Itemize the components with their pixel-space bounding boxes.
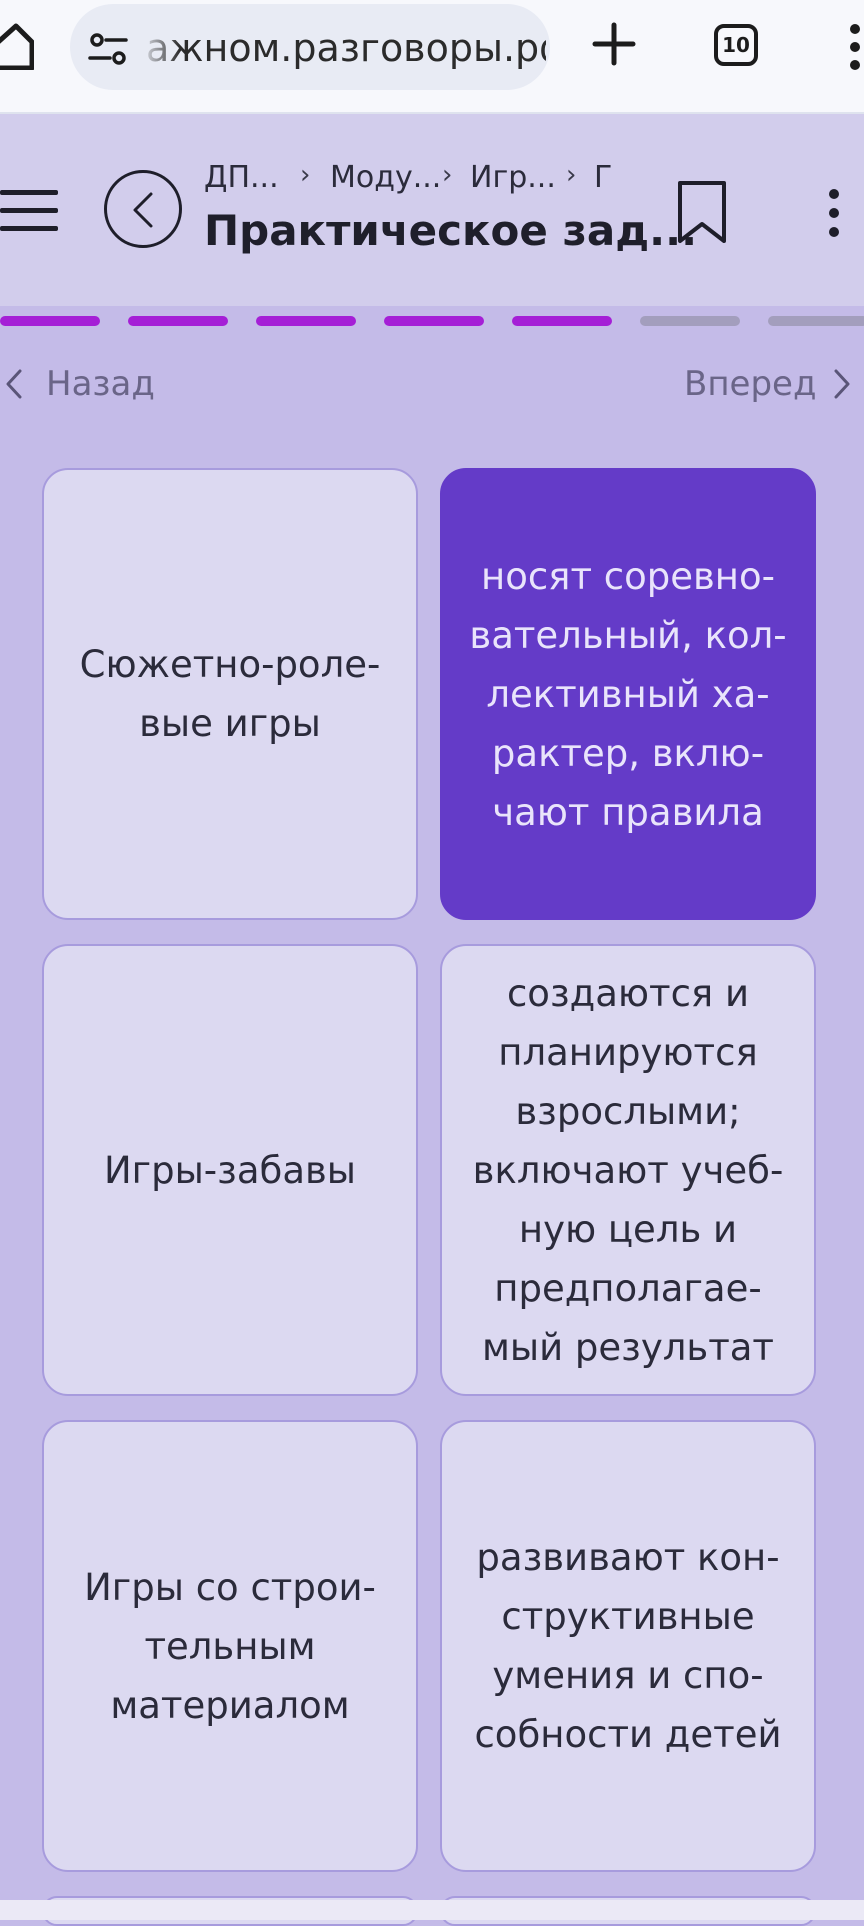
progress-segment <box>640 316 740 326</box>
progress-segment <box>256 316 356 326</box>
chevron-left-icon <box>6 369 22 399</box>
next-button[interactable]: Вперед <box>680 360 864 408</box>
chevron-left-icon <box>133 192 153 228</box>
progress-bar <box>0 316 864 328</box>
site-settings-icon[interactable] <box>88 32 128 66</box>
breadcrumb-separator-icon: › <box>300 160 311 190</box>
browser-menu-icon[interactable] <box>846 24 864 70</box>
next-label: Вперед <box>684 364 817 404</box>
app-header: ДП... › Моду... › Игр... › Г Практическо… <box>0 114 864 306</box>
new-tab-icon[interactable] <box>592 22 636 66</box>
browser-toolbar: ажном.разговоры.рф 10 <box>0 0 864 114</box>
progress-segment <box>384 316 484 326</box>
progress-segment <box>512 316 612 326</box>
breadcrumb-item[interactable]: Моду... <box>330 160 441 195</box>
prev-label: Назад <box>46 364 155 404</box>
match-card[interactable]: Сюжетно-роле-вые игры <box>42 468 418 920</box>
card-text: развивают кон-структивные умения и спо-со… <box>474 1536 782 1756</box>
breadcrumb-item[interactable]: Г <box>594 160 612 195</box>
card-text: Игры со строи-тельным материалом <box>84 1565 376 1727</box>
card-text: Игры-забавы <box>103 1148 357 1192</box>
chevron-right-icon <box>834 369 850 399</box>
progress-segment <box>0 316 100 326</box>
card-text: Сюжетно-роле-вые игры <box>79 643 381 745</box>
more-options-icon[interactable] <box>824 188 844 238</box>
card-text: создаются и планируются взрослыми; включают… <box>472 971 784 1369</box>
hamburger-menu-icon[interactable] <box>0 190 58 232</box>
tab-switcher-button[interactable]: 10 <box>714 24 758 66</box>
progress-segment <box>128 316 228 326</box>
breadcrumb-separator-icon: › <box>442 160 453 190</box>
card-text: носят соревно-вательный, кол-лективный х… <box>469 554 787 834</box>
bookmark-icon[interactable] <box>676 180 728 244</box>
match-card[interactable]: создаются и планируются взрослыми; включают… <box>440 944 816 1396</box>
back-button[interactable] <box>104 170 182 248</box>
breadcrumb: ДП... › Моду... › Игр... › Г <box>204 160 634 200</box>
match-card[interactable]: Игры со строи-тельным материалом <box>42 1420 418 1872</box>
match-card[interactable]: развивают кон-структивные умения и спо-со… <box>440 1420 816 1872</box>
breadcrumb-item[interactable]: ДП... <box>204 160 279 195</box>
address-bar[interactable]: ажном.разговоры.рф <box>70 4 550 90</box>
url-fade <box>140 4 180 90</box>
match-card[interactable]: Игры-забавы <box>42 944 418 1396</box>
home-icon[interactable] <box>0 22 34 70</box>
match-card[interactable]: носят соревно-вательный, кол-лективный х… <box>440 468 816 920</box>
bottom-strip <box>0 1900 864 1920</box>
breadcrumb-item[interactable]: Игр... <box>470 160 556 195</box>
progress-segment <box>768 316 864 326</box>
page-title: Практическое зад... <box>204 206 698 255</box>
url-text[interactable]: ажном.разговоры.рф <box>146 26 546 70</box>
breadcrumb-separator-icon: › <box>566 160 577 190</box>
